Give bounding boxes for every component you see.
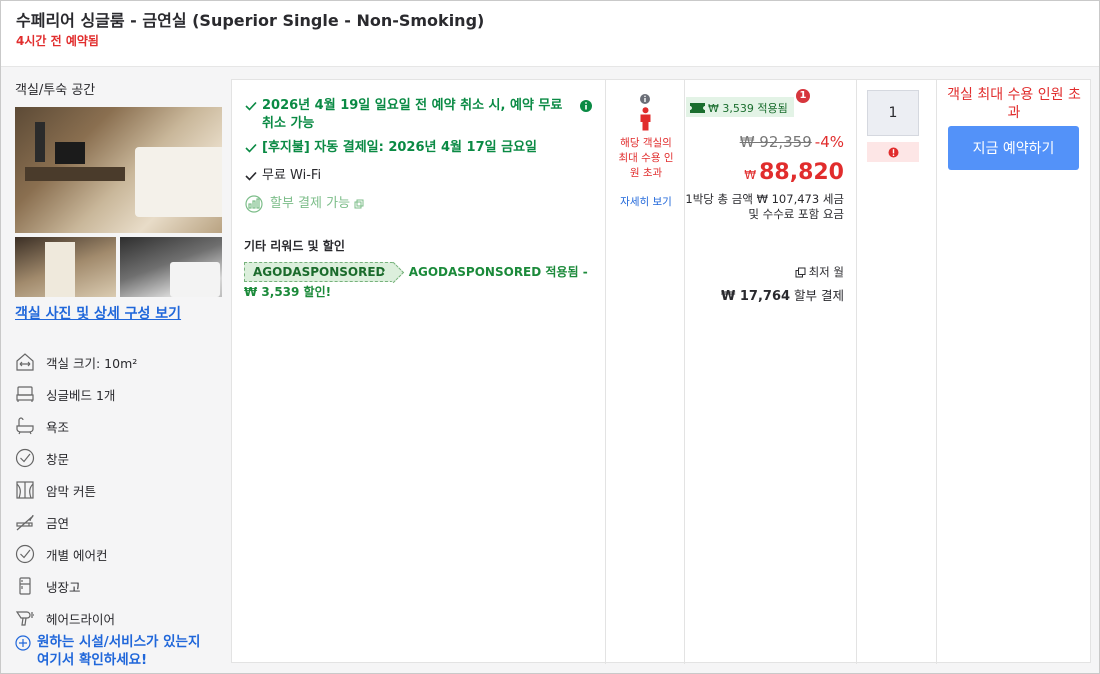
installment-icon xyxy=(244,195,264,219)
amenity-item: 싱글베드 1개 xyxy=(15,378,223,410)
installment-benefit[interactable]: 할부 결제 가능 xyxy=(244,195,593,219)
facility-link-line2: 여기서 확인하세요! xyxy=(37,652,148,668)
alert-icon xyxy=(888,143,899,162)
wifi-text: 무료 Wi-Fi xyxy=(262,168,322,183)
coupon-applied-label[interactable]: ₩ 3,539 적용됨 xyxy=(686,97,794,117)
check-icon xyxy=(244,169,258,189)
room-offer-frame: 수페리어 싱글룸 - 금연실 (Superior Single - Non-Sm… xyxy=(0,0,1100,674)
current-price: ₩88,820 xyxy=(744,160,844,185)
capacity-warning: 해당 객실의 최대 수용 인원 초과 xyxy=(618,137,674,179)
other-rewards-title: 기타 리워드 및 할인 xyxy=(244,239,345,253)
monthly-amount: ₩ 17,764 xyxy=(721,289,791,304)
amenity-label: 금연 xyxy=(46,515,70,531)
price-column: ₩ 3,539 적용됨 1 ₩ 92,359 -4% ₩88,820 1박당 총 … xyxy=(685,80,857,664)
amenity-label: 헤어드라이어 xyxy=(46,611,116,627)
book-now-button[interactable]: 지금 예약하기 xyxy=(948,126,1079,170)
promo-block: AGODASPONSORED AGODASPONSORED 적용됨 - ₩ 3,… xyxy=(244,262,593,302)
no-smoking-icon xyxy=(15,512,35,532)
amenity-label: 암막 커튼 xyxy=(46,483,96,499)
monthly-installment-label[interactable]: 최저 월 xyxy=(795,264,844,280)
quantity-warning xyxy=(867,142,919,162)
hair-dryer-icon xyxy=(15,608,35,628)
action-column: 객실 최대 수용 인원 초과 지금 예약하기 xyxy=(937,80,1091,664)
amenity-item: 창문 xyxy=(15,442,223,474)
info-icon[interactable] xyxy=(579,99,593,119)
amenity-item: 객실 크기: 10m² xyxy=(15,346,223,378)
facility-check-link[interactable]: 원하는 시설/서비스가 있는지 여기서 확인하세요! xyxy=(15,633,200,669)
amenity-label: 창문 xyxy=(46,451,70,467)
amenity-item: 욕조 xyxy=(15,410,223,442)
info-icon[interactable] xyxy=(639,90,651,104)
room-quantity-select[interactable]: 1 xyxy=(867,90,919,136)
refrigerator-icon xyxy=(15,576,35,596)
room-photo-main[interactable] xyxy=(15,107,222,233)
external-link-icon xyxy=(795,267,806,278)
amenity-label: 개별 에어컨 xyxy=(46,547,108,563)
monthly-suffix: 할부 결제 xyxy=(790,288,844,303)
price-amount: 88,820 xyxy=(759,160,844,185)
plus-circle-icon xyxy=(15,635,31,651)
curtain-icon xyxy=(15,480,35,500)
check-icon xyxy=(244,99,258,119)
room-size-icon xyxy=(15,352,35,372)
room-header: 수페리어 싱글룸 - 금연실 (Superior Single - Non-Sm… xyxy=(1,1,1099,67)
monthly-text: 최저 월 xyxy=(808,265,844,279)
coupon-icon xyxy=(690,102,705,114)
bathtub-icon xyxy=(15,416,35,436)
capacity-column: 해당 객실의 최대 수용 인원 초과 자세히 보기 xyxy=(606,80,685,664)
room-photos-link[interactable]: 객실 사진 및 상세 구성 보기 xyxy=(15,303,181,323)
max-capacity-exceeded-text: 객실 최대 수용 인원 초과 xyxy=(947,87,1081,121)
amenity-list: 객실 크기: 10m² 싱글베드 1개 욕조 창문 암막 커튼 금연 개별 에어… xyxy=(15,346,223,634)
booked-ago-text: 4시간 전 예약됨 xyxy=(16,34,99,48)
installment-text: 할부 결제 가능 xyxy=(270,196,351,211)
amenity-label: 싱글베드 1개 xyxy=(46,387,116,403)
external-link-icon xyxy=(354,197,364,209)
capacity-details-link[interactable]: 자세히 보기 xyxy=(618,194,674,211)
amenity-item: 금연 xyxy=(15,506,223,538)
price-note: 1박당 총 금액 ₩ 107,473 세금 및 수수료 포함 요금 xyxy=(685,192,844,221)
pay-later-text: [후지불] 자동 결제일: 2026년 4월 17일 금요일 xyxy=(262,140,537,155)
original-price-row: ₩ 92,359 -4% xyxy=(740,133,844,151)
coupon-text: ₩ 3,539 적용됨 xyxy=(708,102,788,115)
currency-symbol: ₩ xyxy=(744,168,757,182)
person-icon xyxy=(639,107,652,131)
room-info-panel: 객실/투숙 공간 객실 사진 및 상세 구성 보기 객실 크기: 10m² 싱글… xyxy=(15,79,223,671)
offer-card: 2026년 4월 19일 일요일 전 예약 취소 시, 예약 무료 취소 가능 … xyxy=(231,79,1091,664)
check-circle-icon xyxy=(15,448,35,468)
pay-later-benefit: [후지불] 자동 결제일: 2026년 4월 17일 금요일 xyxy=(244,139,593,161)
monthly-installment-amount: ₩ 17,764 할부 결제 xyxy=(721,285,844,304)
free-cancel-benefit: 2026년 4월 19일 일요일 전 예약 취소 시, 예약 무료 취소 가능 xyxy=(244,97,593,133)
discount-percent: -4% xyxy=(814,133,844,151)
amenity-item: 암막 커튼 xyxy=(15,474,223,506)
amenity-item: 헤어드라이어 xyxy=(15,602,223,634)
free-cancel-text: 2026년 4월 19일 일요일 전 예약 취소 시, 예약 무료 취소 가능 xyxy=(262,98,563,131)
room-type-label: 객실/투숙 공간 xyxy=(15,83,96,98)
check-icon xyxy=(244,141,258,161)
amenity-label: 욕조 xyxy=(46,419,70,435)
amenity-label: 냉장고 xyxy=(46,579,81,595)
quantity-column: 1 xyxy=(857,80,937,664)
amenity-item: 개별 에어컨 xyxy=(15,538,223,570)
single-bed-icon xyxy=(15,384,35,404)
wifi-benefit: 무료 Wi-Fi xyxy=(244,167,593,189)
room-photo-thumbnail[interactable] xyxy=(15,237,116,297)
promo-code-tag: AGODASPONSORED xyxy=(244,262,393,282)
amenity-label: 객실 크기: 10m² xyxy=(46,355,138,371)
room-photo-thumbnail[interactable] xyxy=(120,237,222,297)
amenity-item: 냉장고 xyxy=(15,570,223,602)
coupon-count-badge: 1 xyxy=(796,89,810,103)
original-price: ₩ 92,359 xyxy=(739,133,812,151)
benefits-column: 2026년 4월 19일 일요일 전 예약 취소 시, 예약 무료 취소 가능 … xyxy=(232,80,606,664)
facility-link-line1: 원하는 시설/서비스가 있는지 xyxy=(37,634,201,650)
check-circle-icon xyxy=(15,544,35,564)
room-title: 수페리어 싱글룸 - 금연실 (Superior Single - Non-Sm… xyxy=(16,11,485,30)
